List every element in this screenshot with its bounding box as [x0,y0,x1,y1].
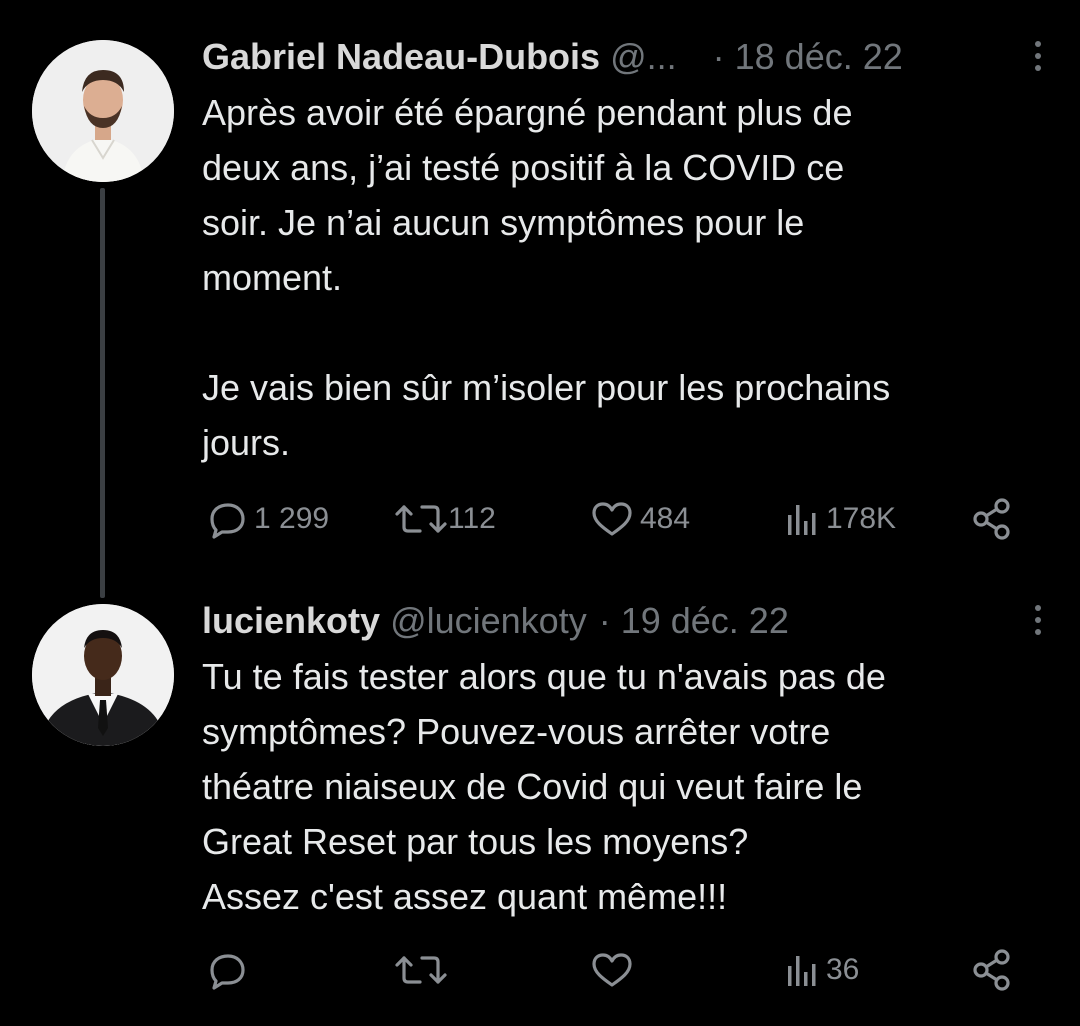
like-icon [588,950,636,990]
share-icon [970,497,1014,541]
display-name[interactable]: lucienkoty [202,600,380,642]
like-button[interactable] [588,945,640,995]
views-count: 178K [826,502,897,535]
avatar[interactable] [32,604,174,746]
retweet-icon [394,499,448,539]
views-button[interactable]: 178K [782,494,896,544]
tweet-date[interactable]: 18 déc. 22 [735,36,903,78]
like-button[interactable]: 484 [588,494,690,544]
display-name[interactable]: Gabriel Nadeau-Dubois [202,36,600,78]
separator: · [598,600,611,641]
tweet-text: Après avoir été épargné pendant plus de … [202,92,891,463]
tweet-content: lucienkoty @lucienkoty · 19 déc. 22 Tu t… [202,598,1041,924]
views-button[interactable]: 36 [782,945,859,995]
tweet-header: lucienkoty @lucienkoty · 19 déc. 22 [202,598,1008,644]
retweet-count: 112 [448,502,496,535]
tweet-content: Gabriel Nadeau-Dubois @... · 18 déc. 22 … [202,34,1041,470]
tweet-text: Tu te fais tester alors que tu n'avais p… [202,656,886,917]
retweet-icon [394,950,448,990]
reply-icon [204,950,250,990]
retweet-button[interactable] [394,945,452,995]
views-count: 36 [826,953,860,986]
share-button[interactable] [970,945,1014,995]
user-handle[interactable]: @... [610,36,677,78]
reply-button[interactable]: 1 299 [204,494,329,544]
reply-icon [204,499,250,539]
reply-button[interactable] [204,945,254,995]
more-icon[interactable] [1028,38,1048,78]
reply-count: 1 299 [254,502,330,535]
separator: · [712,36,725,77]
like-count: 484 [640,502,691,535]
tweet-actions: 36 [202,945,1022,995]
share-button[interactable] [970,494,1014,544]
share-icon [970,948,1014,992]
more-icon[interactable] [1028,602,1048,642]
user-handle[interactable]: @lucienkoty [390,600,587,642]
thread-line [100,188,105,598]
tweet-header: Gabriel Nadeau-Dubois @... · 18 déc. 22 [202,34,1008,80]
like-icon [588,499,636,539]
views-icon [782,950,822,990]
tweet-actions: 1 299 112 484 178K [202,494,1022,544]
tweet-date[interactable]: 19 déc. 22 [621,600,789,642]
avatar[interactable] [32,40,174,182]
retweet-button[interactable]: 112 [394,494,496,544]
views-icon [782,499,822,539]
